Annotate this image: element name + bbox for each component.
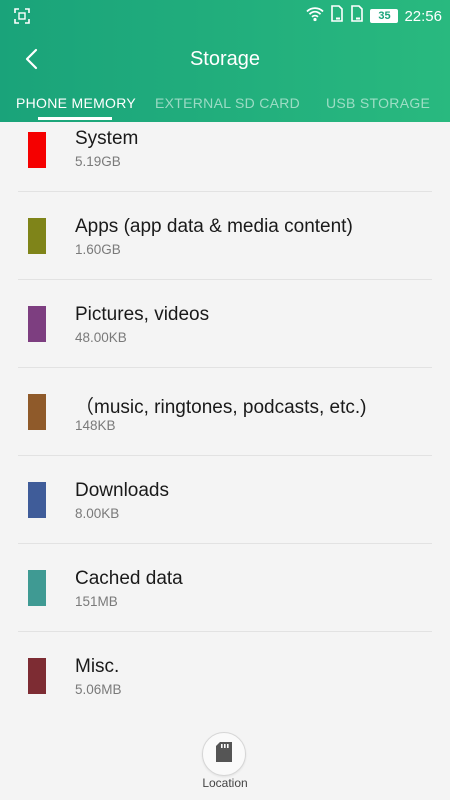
item-title: System bbox=[75, 128, 139, 149]
location-button[interactable] bbox=[202, 732, 246, 776]
sim-card-1-icon bbox=[330, 5, 344, 27]
storage-item-cached-data[interactable]: Cached data 151MB bbox=[0, 544, 450, 632]
item-title: Pictures, videos bbox=[75, 304, 210, 325]
item-size: 48.00KB bbox=[75, 330, 127, 345]
color-swatch bbox=[28, 658, 46, 694]
item-title: Downloads bbox=[75, 480, 169, 501]
item-title: （music, ringtones, podcasts, etc.) bbox=[75, 397, 367, 418]
battery-level: 35 bbox=[370, 9, 399, 23]
color-swatch bbox=[28, 132, 46, 168]
item-size: 1.60GB bbox=[75, 242, 121, 257]
item-size: 5.06MB bbox=[75, 682, 122, 697]
page-title: Storage bbox=[189, 48, 261, 70]
item-title: Apps (app data & media content) bbox=[75, 216, 353, 237]
wifi-icon bbox=[306, 6, 325, 27]
color-swatch bbox=[28, 482, 46, 518]
status-icons: 35 22:56 bbox=[306, 5, 442, 27]
color-swatch bbox=[28, 394, 46, 430]
storage-item-audio[interactable]: （music, ringtones, podcasts, etc.) 148KB bbox=[0, 368, 450, 456]
tab-bar: PHONE MEMORY EXTERNAL SD CARD USB STORAG… bbox=[0, 92, 450, 122]
status-bar: 35 22:56 bbox=[0, 0, 450, 32]
storage-item-apps[interactable]: Apps (app data & media content) 1.60GB bbox=[0, 192, 450, 280]
storage-item-downloads[interactable]: Downloads 8.00KB bbox=[0, 456, 450, 544]
item-size: 5.19GB bbox=[75, 154, 121, 169]
item-title: Cached data bbox=[75, 568, 183, 589]
storage-item-pictures-videos[interactable]: Pictures, videos 48.00KB bbox=[0, 280, 450, 368]
storage-item-misc[interactable]: Misc. 5.06MB bbox=[0, 632, 450, 720]
active-tab-indicator bbox=[38, 117, 112, 120]
tab-usb-storage[interactable]: USB STORAGE bbox=[326, 95, 430, 111]
item-title: Misc. bbox=[75, 656, 120, 677]
tab-external-sd-card[interactable]: EXTERNAL SD CARD bbox=[155, 95, 300, 111]
location-bar: Location bbox=[0, 728, 450, 800]
location-label: Location bbox=[202, 776, 248, 790]
color-swatch bbox=[28, 570, 46, 606]
color-swatch bbox=[28, 218, 46, 254]
color-swatch bbox=[28, 306, 46, 342]
screenshot-icon bbox=[14, 8, 30, 24]
sd-card-icon bbox=[215, 741, 233, 768]
status-time: 22:56 bbox=[404, 7, 442, 25]
item-size: 8.00KB bbox=[75, 506, 120, 521]
item-size: 148KB bbox=[75, 418, 116, 433]
sim-card-2-icon bbox=[350, 5, 364, 27]
app-header: 35 22:56 Storage PHONE MEMORY EXTERNAL S… bbox=[0, 0, 450, 122]
tab-phone-memory[interactable]: PHONE MEMORY bbox=[16, 95, 136, 111]
item-size: 151MB bbox=[75, 594, 118, 609]
